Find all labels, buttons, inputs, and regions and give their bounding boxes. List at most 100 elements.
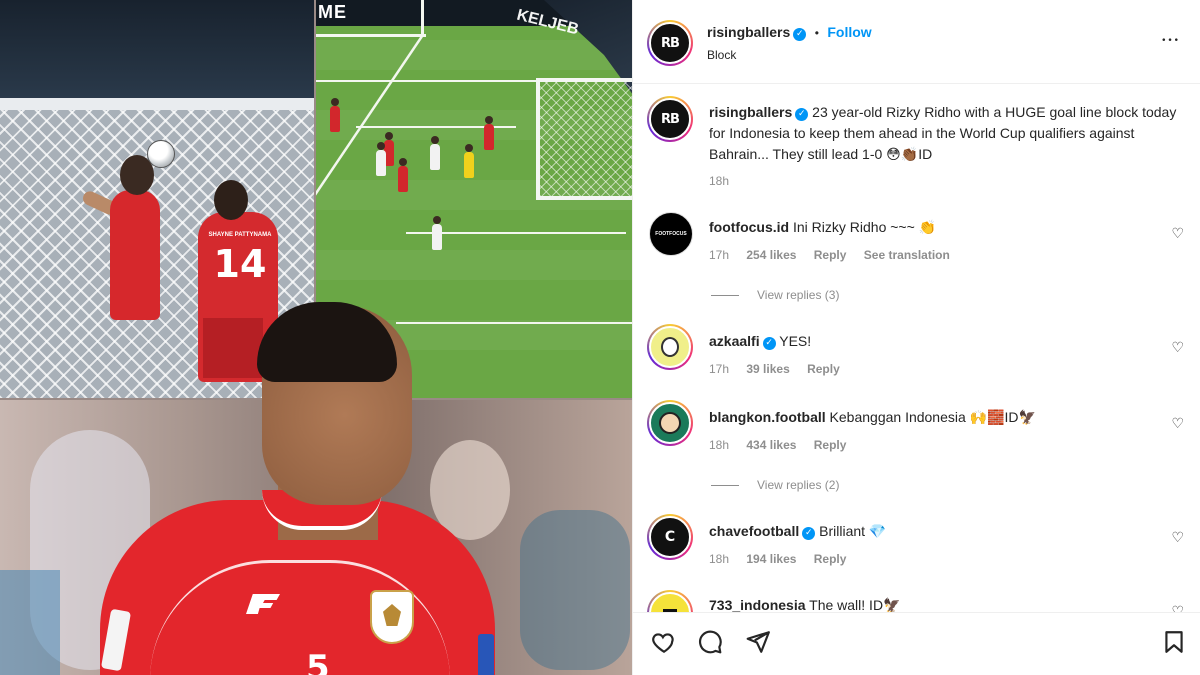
player-red <box>398 158 408 192</box>
caption-time[interactable]: 18h <box>709 174 729 188</box>
replies-dash <box>711 485 739 487</box>
avatar-illustration <box>649 326 691 368</box>
header-title-row: risingballers ✓ • Follow <box>707 24 872 42</box>
comment-time[interactable]: 17h <box>709 362 729 376</box>
commenter-avatar[interactable] <box>647 400 693 446</box>
reply-button[interactable]: Reply <box>814 248 847 262</box>
comment-like-heart-icon[interactable]: ♡ <box>1171 226 1184 242</box>
player-white <box>376 142 386 176</box>
comment-username[interactable]: blangkon.football <box>709 409 826 425</box>
comment-body: Kebanggan Indonesia 🙌🧱ID🦅 <box>829 409 1036 425</box>
comment-like-heart-icon[interactable]: ♡ <box>1171 340 1184 356</box>
ad-board-text: ME <box>318 2 347 22</box>
comment-meta: 18h 434 likes Reply <box>709 438 860 452</box>
six-yard-line <box>316 80 546 82</box>
caption-username[interactable]: risingballers <box>709 104 792 120</box>
more-options-icon[interactable]: ••• <box>1161 36 1180 46</box>
garuda-crest <box>370 590 414 644</box>
comment-body: The wall! ID🦅 <box>809 597 901 612</box>
bookmark-icon[interactable] <box>1161 629 1187 655</box>
player-white <box>432 216 442 250</box>
stadium-background <box>0 0 314 105</box>
commenter-avatar[interactable]: C <box>647 514 693 560</box>
player-red <box>484 116 494 150</box>
crowd-blur <box>0 570 60 675</box>
comment-meta: 17h 39 likes Reply <box>709 362 854 376</box>
comment-time[interactable]: 18h <box>709 438 729 452</box>
commenter-avatar[interactable] <box>647 324 693 370</box>
comment-like-heart-icon[interactable]: ♡ <box>1171 530 1184 546</box>
profile-avatar[interactable]: RB <box>647 20 693 66</box>
comment-username[interactable]: azkaalfi <box>709 333 760 349</box>
reply-button[interactable]: Reply <box>807 362 840 376</box>
verified-badge-icon: ✓ <box>802 527 816 540</box>
commenter-avatar[interactable] <box>647 590 693 612</box>
goalkeeper <box>464 144 474 178</box>
player-white <box>430 136 440 170</box>
jersey-number: 5 <box>306 648 330 675</box>
view-replies-button[interactable]: View replies (3) <box>711 288 839 302</box>
shirt-number: 14 <box>213 242 267 286</box>
comments-list[interactable]: RB risingballers ✓ 23 year-old Rizky Ridh… <box>633 84 1200 612</box>
username-link[interactable]: risingballers <box>707 24 790 40</box>
post-image[interactable]: SHAYNE PATTYNAMA 14 ME KELJEB 5 <box>0 0 632 675</box>
arc-line <box>396 322 632 324</box>
see-translation-link[interactable]: See translation <box>864 248 950 262</box>
comment-meta: 18h 194 likes Reply <box>709 552 860 566</box>
share-icon[interactable] <box>745 629 771 655</box>
comment-username[interactable]: 733_indonesia <box>709 597 806 612</box>
heart-icon[interactable] <box>651 629 677 655</box>
avatar-illustration <box>649 592 691 612</box>
view-replies-button[interactable]: View replies (2) <box>711 478 839 492</box>
sleeve-patch <box>478 634 494 675</box>
comment-text: azkaalfi ✓ YES! <box>709 331 811 352</box>
pitch-stripe <box>316 40 632 70</box>
comment-username[interactable]: footfocus.id <box>709 219 789 235</box>
goal-frame <box>536 78 632 200</box>
post-sidebar: RB risingballers ✓ • Follow Block ••• RB … <box>632 0 1200 675</box>
pitch-stripe <box>316 250 632 280</box>
comment-likes[interactable]: 434 likes <box>746 438 796 452</box>
avatar-logo: RB <box>649 22 691 64</box>
comment-likes[interactable]: 39 likes <box>746 362 789 376</box>
comment-like-heart-icon[interactable]: ♡ <box>1171 416 1184 432</box>
avatar-illustration <box>649 402 691 444</box>
comment-time[interactable]: 18h <box>709 552 729 566</box>
comment-text: chavefootball ✓ Brilliant 💎 <box>709 521 886 542</box>
caption-meta: 18h <box>709 174 743 188</box>
comment-time[interactable]: 17h <box>709 248 729 262</box>
comment-likes[interactable]: 194 likes <box>746 552 796 566</box>
avatar-logo: C <box>649 516 691 558</box>
shirt-name: SHAYNE PATTYNAMA <box>208 232 272 238</box>
player-red <box>330 98 340 132</box>
comment-meta: 17h 254 likes Reply See translation <box>709 248 964 262</box>
post-header: RB risingballers ✓ • Follow Block ••• <box>633 0 1200 84</box>
verified-badge-icon: ✓ <box>793 28 807 41</box>
corner-flag <box>421 0 424 36</box>
comment-text: 733_indonesia The wall! ID🦅 <box>709 595 900 612</box>
commenter-avatar[interactable]: FOOTFOCUS <box>649 212 693 256</box>
verified-badge-icon: ✓ <box>762 337 776 350</box>
reply-button[interactable]: Reply <box>814 438 847 452</box>
comment-username[interactable]: chavefootball <box>709 523 799 539</box>
view-replies-label: View replies (3) <box>757 288 840 302</box>
crowd-blur <box>520 510 630 670</box>
comment-body: Ini Rizky Ridho ~~~ 👏 <box>793 219 937 235</box>
touch-line <box>316 34 426 37</box>
replies-dash <box>711 295 739 297</box>
goal-crossbar <box>0 98 314 110</box>
header-subtitle: Block <box>707 48 737 62</box>
player-shorts <box>203 318 263 378</box>
comment-text: footfocus.id Ini Rizky Ridho ~~~ 👏 <box>709 217 936 238</box>
comment-likes[interactable]: 254 likes <box>746 248 796 262</box>
comment-icon[interactable] <box>697 629 723 655</box>
view-replies-label: View replies (2) <box>757 478 840 492</box>
caption-text: risingballers ✓ 23 year-old Rizky Ridho w… <box>709 102 1179 165</box>
box-line <box>316 34 425 284</box>
player-14-head <box>214 180 248 220</box>
reply-button[interactable]: Reply <box>814 552 847 566</box>
caption-avatar[interactable]: RB <box>647 96 693 142</box>
comment-like-heart-icon[interactable]: ♡ <box>1171 604 1184 612</box>
comment-body: YES! <box>779 333 812 349</box>
follow-button[interactable]: Follow <box>827 24 871 40</box>
